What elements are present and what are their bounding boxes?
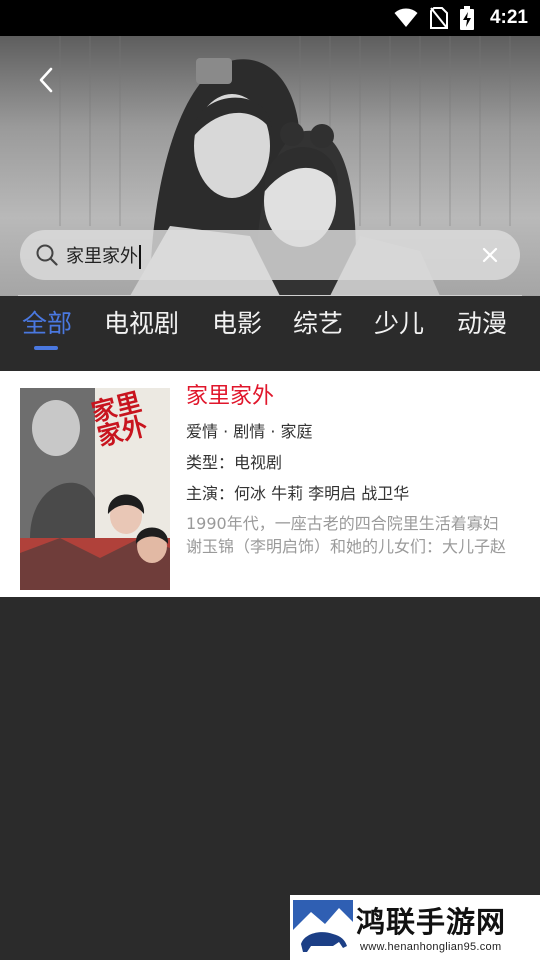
buffalo-logo-icon (293, 900, 353, 956)
search-query-text: 家里家外 (66, 245, 138, 267)
search-result-item[interactable]: 家里家外 家里家外 爱情 · 剧情 · 家庭 类型：电视剧 主演：何冰 牛莉 李… (0, 371, 540, 597)
search-input[interactable]: 家里家外 (20, 230, 520, 280)
tab-all[interactable]: 全部 (22, 304, 72, 340)
tab-movies[interactable]: 电影 (212, 304, 262, 340)
result-title[interactable]: 家里家外 (186, 381, 522, 413)
search-icon (36, 244, 58, 266)
wifi-icon (394, 8, 418, 27)
status-bar: 4:21 (0, 0, 540, 36)
clear-icon[interactable] (480, 245, 500, 265)
result-description: 1990年代，一座古老的四合院里生活着寡妇 谢玉锦（李明启饰）和她的儿女们：大儿… (186, 512, 522, 558)
watermark-title: 鸿联手游网 (356, 905, 507, 939)
category-tabs: 全部 电视剧 电影 综艺 少儿 动漫 (0, 296, 540, 371)
chevron-left-icon (39, 67, 53, 93)
result-cast: 主演：何冰 牛莉 李明启 战卫华 (186, 484, 410, 503)
clock: 4:21 (489, 7, 528, 28)
watermark-logo: 鸿联手游网 www.henanhonglian95.com (290, 895, 540, 960)
back-button[interactable] (28, 62, 64, 98)
hero-banner: 家里家外 (0, 36, 540, 296)
result-type: 类型：电视剧 (186, 453, 283, 472)
poster-image[interactable]: 家里家外 (20, 388, 170, 590)
tab-tv-series[interactable]: 电视剧 (104, 304, 179, 340)
text-caret (139, 244, 141, 269)
tab-anime[interactable]: 动漫 (457, 304, 507, 340)
result-genres: 爱情 · 剧情 · 家庭 (186, 422, 313, 441)
watermark-url: www.henanhonglian95.com (360, 941, 502, 953)
battery-charging-icon (459, 6, 474, 30)
active-tab-indicator (34, 346, 58, 350)
description-line: 1990年代，一座古老的四合院里生活着寡妇 (186, 514, 499, 533)
no-sim-icon (429, 7, 448, 29)
tab-kids[interactable]: 少儿 (374, 304, 424, 340)
tab-variety[interactable]: 综艺 (293, 304, 343, 340)
description-line: 谢玉锦（李明启饰）和她的儿女们：大儿子赵 (186, 537, 507, 556)
